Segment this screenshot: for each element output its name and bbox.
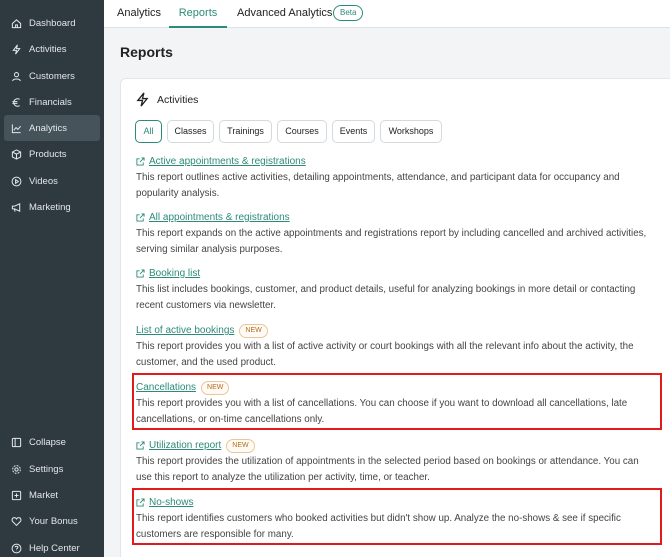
sidebar-item-settings[interactable]: Settings [4, 456, 100, 482]
sidebar-item-financials[interactable]: Financials [4, 89, 100, 115]
gear-icon [12, 464, 21, 474]
sidebar-item-products[interactable]: Products [4, 141, 100, 167]
report-link[interactable]: All appointments & registrations [149, 212, 290, 223]
sidebar-collapse-button[interactable]: Collapse [4, 429, 100, 455]
report-link[interactable]: Active appointments & registrations [149, 156, 306, 167]
lightning-icon [12, 44, 21, 54]
beta-badge: Beta [333, 5, 364, 21]
report-description: This list includes bookings, customer, a… [136, 284, 636, 311]
page-title: Reports [120, 44, 173, 60]
euro-icon [12, 97, 20, 107]
tab-advanced-analytics[interactable]: Advanced Analytics [237, 0, 332, 28]
external-link-icon [136, 213, 145, 222]
sidebar-item-label: Customers [29, 70, 75, 82]
section-header: Activities [135, 92, 198, 107]
report-description: This report outlines active activities, … [136, 172, 620, 199]
report-item: Active appointments & registrations This… [136, 154, 656, 201]
report-item: List of active bookings NEW This report … [136, 323, 656, 370]
sidebar-item-label: Your Bonus [29, 515, 78, 527]
sidebar-item-label: Market [29, 489, 59, 501]
filter-all[interactable]: All [135, 120, 162, 143]
sidebar-item-your-bonus[interactable]: Your Bonus [4, 508, 100, 534]
chart-icon [11, 123, 22, 133]
filter-events[interactable]: Events [332, 120, 375, 143]
sidebar-item-dashboard[interactable]: Dashboard [4, 10, 100, 36]
report-item: Utilization report NEW This report provi… [136, 438, 656, 485]
reports-card [120, 78, 670, 557]
sidebar-item-label: Help Center [29, 542, 80, 554]
top-tab-bar: Analytics Reports Advanced Analytics Bet… [104, 0, 670, 28]
sidebar-item-analytics[interactable]: Analytics [4, 115, 100, 141]
play-icon [11, 176, 22, 186]
sidebar-item-label: Videos [29, 175, 58, 187]
heart-icon [11, 516, 22, 526]
sidebar-item-label: Analytics [29, 122, 68, 134]
user-icon [12, 71, 21, 81]
filter-classes[interactable]: Classes [167, 120, 214, 143]
sidebar: Dashboard Activities Customers Financial… [0, 0, 104, 557]
report-description: This report provides the utilization of … [136, 456, 639, 483]
highlight-box-cancellations [132, 373, 662, 430]
sidebar-item-activities[interactable]: Activities [4, 36, 100, 62]
external-link-icon [136, 269, 145, 278]
sidebar-item-videos[interactable]: Videos [4, 168, 100, 194]
sidebar-item-label: Products [29, 148, 67, 160]
report-description: This report expands on the active appoin… [136, 228, 647, 255]
lightning-icon [136, 92, 149, 107]
help-icon [11, 543, 22, 553]
sidebar-item-market[interactable]: Market [4, 482, 100, 508]
sidebar-item-label: Financials [29, 96, 72, 108]
report-link[interactable]: Booking list [149, 268, 200, 279]
section-title: Activities [157, 93, 199, 106]
highlight-box-no-shows [132, 488, 662, 545]
collapse-icon [11, 437, 22, 447]
new-badge: NEW [226, 438, 255, 453]
sidebar-item-marketing[interactable]: Marketing [4, 194, 100, 220]
sidebar-item-label: Marketing [29, 201, 71, 213]
sidebar-item-label: Collapse [29, 436, 66, 448]
sidebar-item-customers[interactable]: Customers [4, 63, 100, 89]
report-link[interactable]: List of active bookings [136, 325, 234, 336]
sidebar-item-label: Settings [29, 463, 64, 475]
megaphone-icon [11, 202, 21, 212]
report-item: All appointments & registrations This re… [136, 210, 656, 257]
report-link[interactable]: Utilization report [149, 440, 221, 451]
tab-reports[interactable]: Reports [169, 0, 227, 28]
report-description: This report provides you with a list of … [136, 341, 634, 368]
filter-workshops[interactable]: Workshops [380, 120, 442, 143]
sidebar-item-help-center[interactable]: Help Center [4, 535, 100, 557]
tab-analytics[interactable]: Analytics [117, 0, 161, 28]
home-icon [11, 18, 22, 28]
external-link-icon [136, 157, 145, 166]
filter-courses[interactable]: Courses [277, 120, 327, 143]
new-badge: NEW [239, 323, 268, 338]
report-item: Booking list This list includes bookings… [136, 266, 656, 313]
sidebar-item-label: Dashboard [29, 17, 76, 29]
sidebar-item-label: Activities [29, 43, 67, 55]
plus-square-icon [11, 490, 22, 500]
box-icon [11, 148, 22, 160]
external-link-icon [136, 441, 145, 450]
filter-trainings[interactable]: Trainings [219, 120, 272, 143]
